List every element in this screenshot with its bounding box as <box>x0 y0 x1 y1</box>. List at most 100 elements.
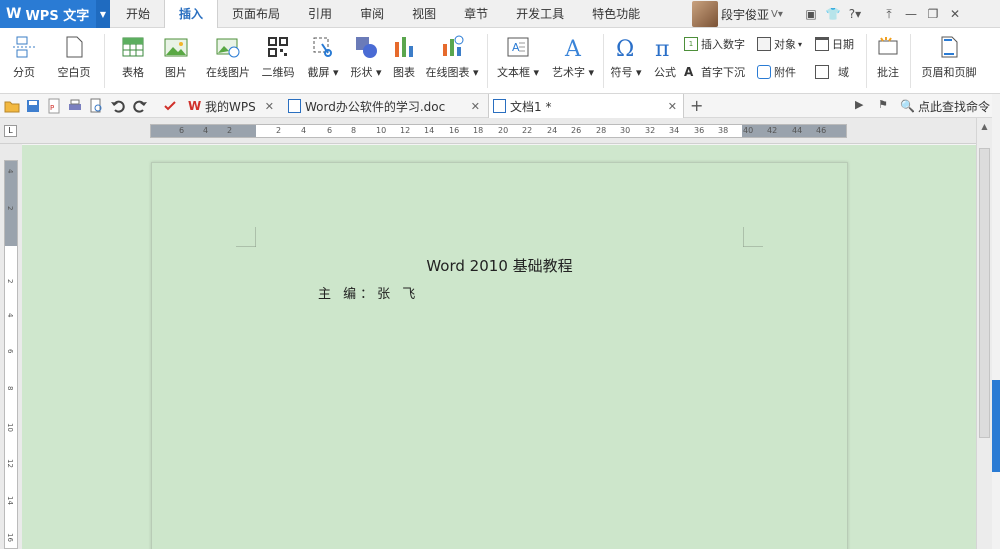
chevron-down-icon[interactable]: ▼ <box>96 0 110 28</box>
ruler-tick: 34 <box>669 126 680 135</box>
ruler-tick: 16 <box>6 533 14 542</box>
document-page[interactable]: Word 2010 基础教程 主 编：张 飞 <box>151 162 848 549</box>
tab-page-layout[interactable]: 页面布局 <box>218 0 294 28</box>
qrcode-button[interactable]: 二维码 <box>259 28 297 80</box>
scroll-up-icon[interactable]: ▲ <box>977 120 992 134</box>
minimize-icon[interactable]: — <box>900 0 922 28</box>
tab-references[interactable]: 引用 <box>294 0 346 28</box>
print-icon[interactable] <box>67 98 83 114</box>
svg-text:P: P <box>50 104 54 112</box>
ruler-tick: 12 <box>6 459 14 468</box>
doc-tab-my-wps[interactable]: W 我的WPS ✕ <box>184 94 280 118</box>
new-tab-icon[interactable]: + <box>690 96 703 115</box>
restore-ribbon-icon[interactable]: ⤒ <box>878 0 900 28</box>
wordart-button[interactable]: A 艺术字 ▾ <box>548 28 598 80</box>
tab-developer[interactable]: 开发工具 <box>502 0 578 28</box>
doc-settings-icon[interactable]: ▶ <box>855 98 863 111</box>
formula-button[interactable]: π 公式 <box>650 28 680 80</box>
ruler-tick: 38 <box>718 126 729 135</box>
header-footer-button[interactable]: 页眉和页脚 <box>918 28 980 80</box>
shape-icon <box>356 37 377 58</box>
online-chart-icon <box>443 35 464 56</box>
vertical-ruler[interactable]: 4 2 2 4 6 8 10 12 14 16 <box>4 160 18 549</box>
command-search[interactable]: 🔍 点此查找命令 <box>900 94 990 118</box>
table-button[interactable]: 表格 <box>115 28 151 80</box>
ruler-tick: 36 <box>694 126 705 135</box>
print-preview-icon[interactable] <box>88 98 104 114</box>
margin-mark <box>236 227 256 247</box>
ruler-tick: 4 <box>301 126 307 135</box>
horizontal-ruler[interactable]: 6 4 2 2 4 6 8 10 12 14 16 18 20 22 24 26 28 30 32 34 36 38 40 4… <box>150 124 847 138</box>
doc-tab-word-learning[interactable]: Word办公软件的学习.doc ✕ <box>284 94 486 118</box>
tab-view[interactable]: 视图 <box>398 0 450 28</box>
tab-section[interactable]: 章节 <box>450 0 502 28</box>
avatar[interactable] <box>692 1 718 27</box>
side-panel-handle[interactable] <box>992 380 1000 472</box>
close-icon[interactable]: ✕ <box>944 0 966 28</box>
tab-stop-selector[interactable]: L <box>4 125 17 137</box>
blank-page-button[interactable]: 空白页 <box>50 28 98 80</box>
open-folder-icon[interactable] <box>4 98 20 114</box>
online-picture-button[interactable]: 在线图片 <box>202 28 254 80</box>
field-button[interactable]: 域 <box>815 64 849 80</box>
document-icon <box>288 99 301 113</box>
object-button[interactable]: 对象 ▾ <box>757 36 802 52</box>
ruler-tick: 28 <box>596 126 607 135</box>
ruler-tick: 4 <box>6 169 14 174</box>
ruler-tick: 12 <box>400 126 411 135</box>
user-account[interactable]: 段宇俊亚 V▾ <box>692 0 783 28</box>
drop-cap-button[interactable]: A 首字下沉 <box>684 64 745 80</box>
close-tab-icon[interactable]: ✕ <box>471 100 480 113</box>
screenshot-button[interactable]: 截屏 ▾ <box>304 28 342 80</box>
maximize-icon[interactable]: ❐ <box>922 0 944 28</box>
shape-button[interactable]: 形状 ▾ <box>346 28 386 80</box>
tab-special-features[interactable]: 特色功能 <box>578 0 654 28</box>
ruler-tick: 24 <box>547 126 558 135</box>
close-tab-icon[interactable]: ✕ <box>668 100 677 113</box>
date-button[interactable]: 日期 <box>815 36 854 52</box>
tab-review[interactable]: 审阅 <box>346 0 398 28</box>
document-editor-line: 主 编：张 飞 <box>318 287 420 302</box>
app-menu-button[interactable]: W WPS 文字 ▼ <box>0 0 110 28</box>
shirt-icon[interactable]: 👕 <box>822 0 844 28</box>
search-icon: 🔍 <box>900 99 915 113</box>
calendar-icon <box>815 37 829 51</box>
redo-icon[interactable] <box>132 98 148 114</box>
ruler-tick: 16 <box>449 126 460 135</box>
margin-mark <box>743 227 763 247</box>
attachment-button[interactable]: 附件 <box>757 64 796 80</box>
online-chart-button[interactable]: 在线图表 ▾ <box>423 28 481 80</box>
tab-insert[interactable]: 插入 <box>164 0 219 29</box>
export-pdf-icon[interactable]: P <box>46 98 62 114</box>
save-icon[interactable] <box>25 98 41 114</box>
page-break-button[interactable]: 分页 <box>6 28 42 80</box>
picture-button[interactable]: 图片 <box>158 28 194 80</box>
undo-icon[interactable] <box>110 98 126 114</box>
divider <box>603 34 604 88</box>
ruler-tick: 8 <box>351 126 357 135</box>
picture-icon <box>164 38 188 57</box>
ruler-tick: 32 <box>645 126 656 135</box>
tab-home[interactable]: 开始 <box>112 0 164 28</box>
doc-tab-document1[interactable]: 文档1 * ✕ <box>488 94 684 118</box>
help-icon[interactable]: ?▾ <box>844 0 866 28</box>
textbox-button[interactable]: A 文本框 ▾ <box>494 28 542 80</box>
insert-number-button[interactable]: 1 插入数字 <box>684 36 745 52</box>
ruler-tick: 30 <box>620 126 631 135</box>
svg-text:Ω: Ω <box>616 37 634 60</box>
document-tab-bar: P W 我的WPS ✕ Word办公软件的学习.doc ✕ 文档1 * ✕ + … <box>0 94 1000 118</box>
paperclip-icon <box>757 65 771 79</box>
customize-toolbar-icon[interactable] <box>162 98 178 114</box>
comment-button[interactable]: 批注 <box>872 28 904 80</box>
vertical-scrollbar[interactable]: ▲ <box>976 118 992 549</box>
symbol-button[interactable]: Ω 符号 ▾ <box>608 28 644 80</box>
chart-button[interactable]: 图表 <box>390 28 418 80</box>
wordart-icon: A <box>564 37 582 60</box>
skin-icon[interactable]: ▣ <box>800 0 822 28</box>
ruler-tick: 40 <box>743 126 754 135</box>
close-tab-icon[interactable]: ✕ <box>265 100 274 113</box>
scroll-thumb[interactable] <box>979 148 990 438</box>
flag-icon[interactable]: ⚑ <box>878 98 888 111</box>
comment-icon <box>878 37 898 55</box>
number-icon: 1 <box>684 37 698 51</box>
